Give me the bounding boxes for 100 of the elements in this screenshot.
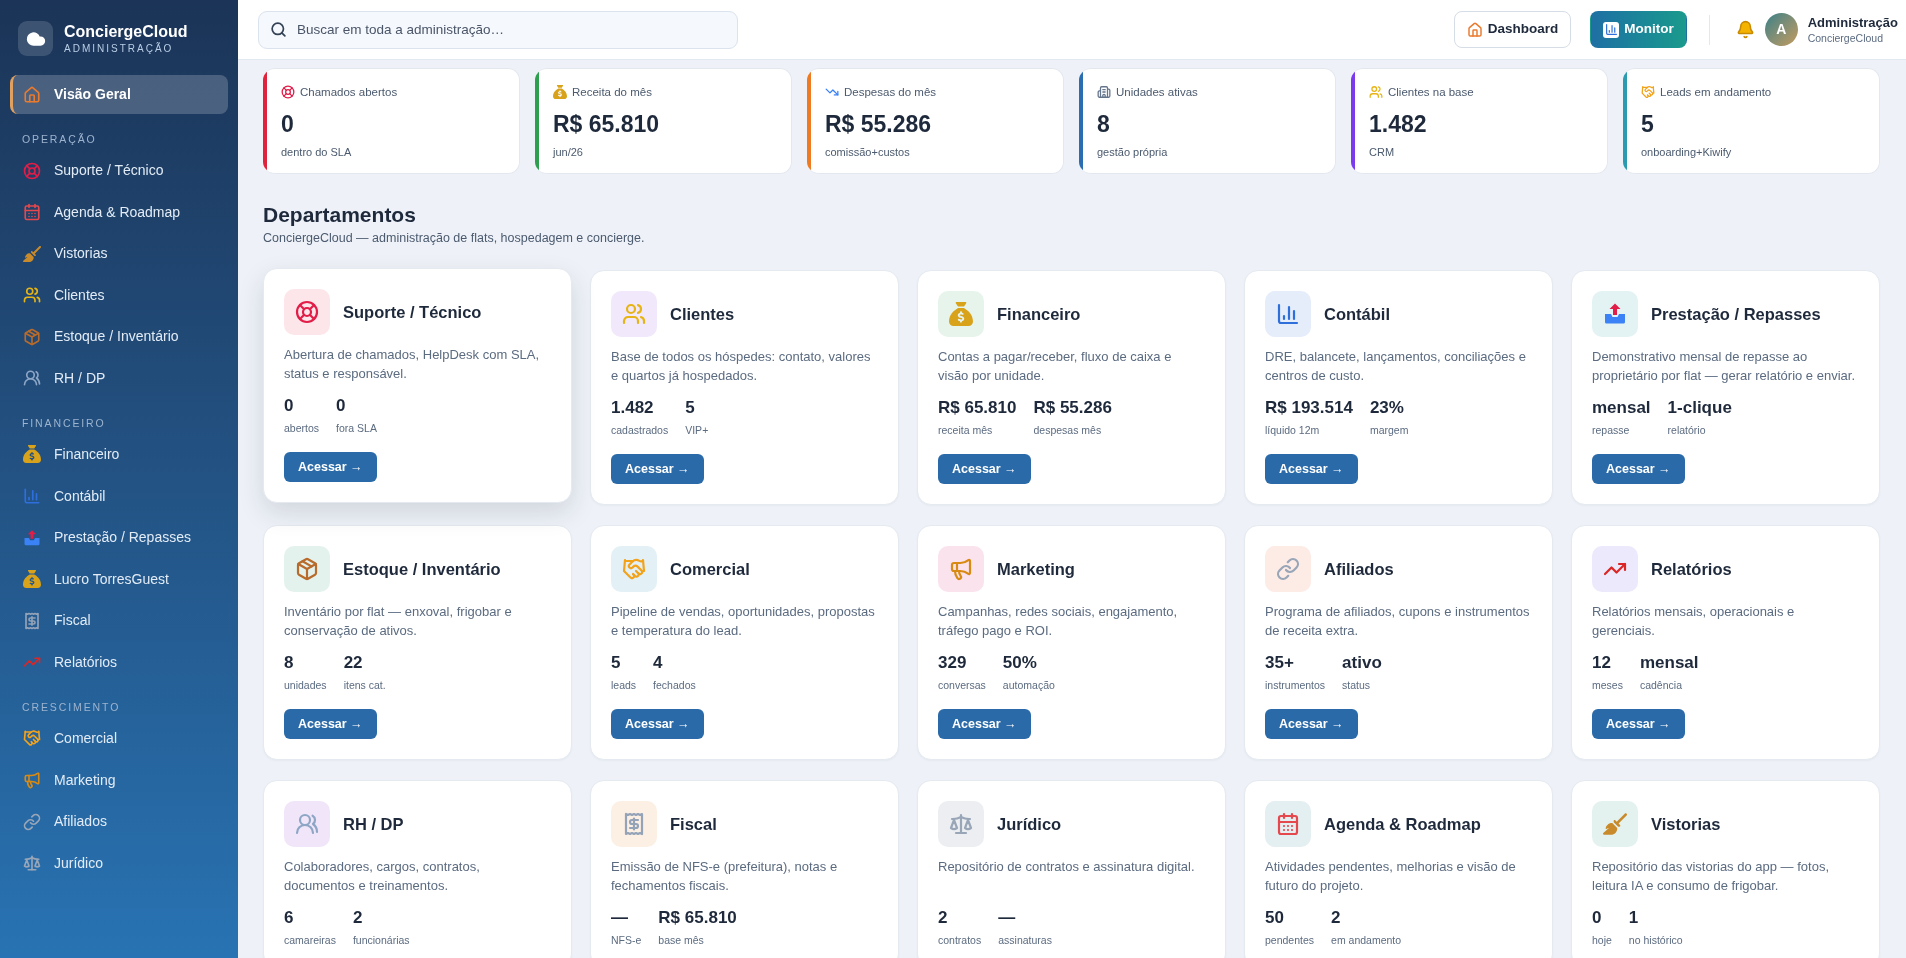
nav-item[interactable]: Marketing xyxy=(10,760,228,800)
receipt-icon xyxy=(23,611,41,630)
access-button[interactable]: Acessar → xyxy=(1265,454,1358,484)
stat-label: em andamento xyxy=(1331,933,1402,947)
stat-value: 1.482 xyxy=(611,397,655,419)
stat-label: abertos xyxy=(284,421,320,435)
card-description: Atividades pendentes, melhorias e visão de futuro do projeto. xyxy=(1265,858,1517,895)
nav-item[interactable]: Lucro TorresGuest xyxy=(10,559,228,599)
user-group-icon xyxy=(23,369,41,388)
stat-value: 1-clique xyxy=(1667,397,1732,419)
card-description: Pipeline de vendas, oportunidades, propostas e temperatura do lead. xyxy=(611,603,876,640)
access-button[interactable]: Acessar → xyxy=(284,709,377,739)
kpi-note: jun/26 xyxy=(553,145,584,159)
stat-value: 50 xyxy=(1265,907,1285,929)
stat-value: R$ 65.810 xyxy=(658,907,737,929)
stat-label: líquido 12m xyxy=(1265,423,1321,437)
access-button[interactable]: Acessar → xyxy=(284,452,377,482)
kpi-value: 1.482 xyxy=(1369,110,1428,138)
access-button[interactable]: Acessar → xyxy=(1592,454,1685,484)
nav-item[interactable]: Estoque / Inventário xyxy=(10,317,228,357)
kpi-value: 5 xyxy=(1641,110,1655,138)
stat-value: 4 xyxy=(653,652,664,674)
card-description: Demonstrativo mensal de repasse ao proprietário por flat — gerar relatório e enviar. xyxy=(1592,348,1856,385)
toolbar-button[interactable]: Dashboard xyxy=(1453,11,1572,48)
card-title: Relatórios xyxy=(1651,559,1732,579)
kpi-value: 8 xyxy=(1097,110,1111,138)
stat-value: 50% xyxy=(1002,652,1038,674)
user-avatar[interactable]: A xyxy=(1764,13,1798,46)
nav-item[interactable]: Relatórios xyxy=(10,642,228,682)
bar-chart-icon xyxy=(23,487,41,506)
nav-item[interactable]: Vistorias xyxy=(10,234,228,274)
stat-value: R$ 65.810 xyxy=(938,397,1017,419)
stat-value: 8 xyxy=(284,652,295,674)
stat-label: NFS-e xyxy=(611,933,642,947)
stat-value: mensal xyxy=(1639,652,1699,674)
card-description: Repositório de contratos e assinatura digital. xyxy=(938,858,1196,876)
kpi-value: R$ 65.810 xyxy=(553,110,661,138)
kpi-label: Despesas do mês xyxy=(844,85,937,99)
card-title: Contábil xyxy=(1324,304,1390,324)
stat-label: repasse xyxy=(1592,423,1631,437)
card-description: DRE, balancete, lançamentos, conciliações e centros de custo. xyxy=(1265,348,1527,385)
access-button[interactable]: Acessar → xyxy=(611,709,704,739)
toolbar-button[interactable]: Monitor xyxy=(1590,11,1687,48)
money-bag-icon xyxy=(23,570,41,589)
access-button[interactable]: Acessar → xyxy=(938,454,1031,484)
brand-subtitle: ADMINISTRAÇÃO xyxy=(64,42,175,55)
stat-value: 6 xyxy=(284,907,295,929)
stat-value: R$ 193.514 xyxy=(1265,397,1353,419)
kpi-note: onboarding+Kiwify xyxy=(1641,145,1733,159)
access-button[interactable]: Acessar → xyxy=(1592,709,1685,739)
nav-item[interactable]: Suporte / Técnico xyxy=(10,151,228,190)
money-bag-icon xyxy=(553,85,567,99)
kpi-note: comissão+custos xyxy=(825,145,911,159)
nav-item[interactable]: Contábil xyxy=(10,476,228,516)
stat-label: status xyxy=(1342,678,1372,692)
nav-item[interactable]: Clientes xyxy=(10,275,228,315)
nav-item[interactable]: Comercial xyxy=(10,718,228,758)
stat-value: 23% xyxy=(1369,397,1405,419)
card-title: Estoque / Inventário xyxy=(343,559,501,579)
card-description: Campanhas, redes sociais, engajamento, tráfego pago e ROI. xyxy=(938,603,1179,640)
card-description: Emissão de NFS-e (prefeitura), notas e fechamentos fiscais. xyxy=(611,858,839,895)
money-bag-icon xyxy=(23,445,41,464)
stat-value: 12 xyxy=(1592,652,1612,674)
access-button[interactable]: Acessar → xyxy=(1265,709,1358,739)
kpi-label: Clientes na base xyxy=(1388,85,1474,99)
lifebuoy-icon xyxy=(281,85,295,99)
nav-item[interactable]: Visão Geral xyxy=(10,75,228,114)
nav-item[interactable]: Agenda & Roadmap xyxy=(10,192,228,232)
nav-item[interactable]: Prestação / Repasses xyxy=(10,518,228,558)
stat-label: relatório xyxy=(1667,423,1707,437)
card-title: Agenda & Roadmap xyxy=(1324,814,1481,834)
nav-item[interactable]: Afiliados xyxy=(10,802,228,842)
card-title: RH / DP xyxy=(343,814,404,834)
megaphone-icon xyxy=(23,771,41,790)
stat-label: fechados xyxy=(653,678,696,692)
stat-label: meses xyxy=(1592,678,1623,692)
search-icon xyxy=(270,20,287,38)
stat-label: funcionárias xyxy=(352,933,410,947)
stat-value: — xyxy=(611,907,629,929)
stat-label: instrumentos xyxy=(1265,678,1326,692)
stat-value: 329 xyxy=(938,652,968,674)
nav-item[interactable]: Jurídico xyxy=(10,843,228,883)
access-button[interactable]: Acessar → xyxy=(611,454,704,484)
cloud-icon xyxy=(18,21,53,56)
nav-item[interactable]: Fiscal xyxy=(10,601,228,641)
section-subtitle: ConciergeCloud — administração de flats, hospedagem e concierge. xyxy=(263,230,646,246)
section-title: Departamentos xyxy=(263,202,417,228)
building-icon xyxy=(1097,85,1111,99)
access-button[interactable]: Acessar → xyxy=(938,709,1031,739)
stat-label: no histórico xyxy=(1628,933,1683,947)
stat-value: 1 xyxy=(1628,907,1640,929)
people-icon xyxy=(23,286,41,305)
stat-value: 0 xyxy=(284,395,295,417)
tray-upload-icon xyxy=(23,528,41,547)
nav-item[interactable]: Financeiro xyxy=(10,434,228,474)
card-description: Repositório das vistorias do app — fotos, leitura IA e consumo de frigobar. xyxy=(1592,858,1830,895)
search-field[interactable]: Buscar em toda a administração… xyxy=(258,10,738,49)
kpi-label: Unidades ativas xyxy=(1116,85,1198,99)
notifications-bell-icon[interactable] xyxy=(1735,20,1755,39)
nav-item[interactable]: RH / DP xyxy=(10,358,228,398)
